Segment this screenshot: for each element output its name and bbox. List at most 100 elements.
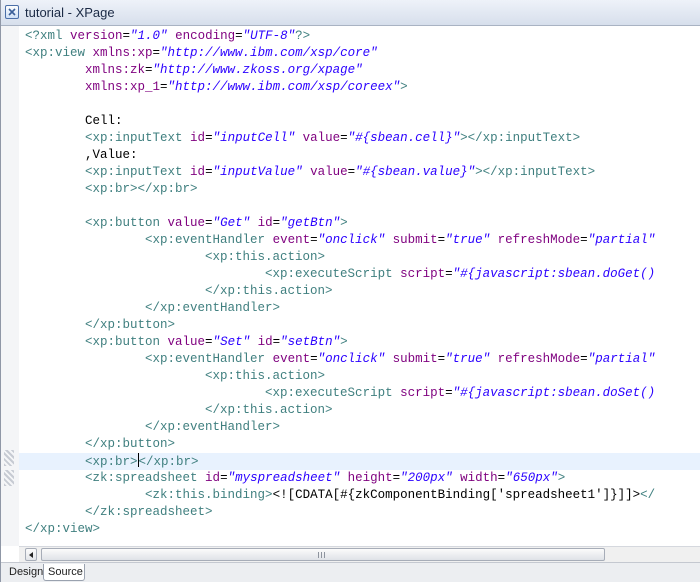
code-token-attr: height: [340, 471, 393, 485]
code-line[interactable]: <zk:this.binding><![CDATA[#{zkComponentB…: [19, 487, 700, 504]
code-line[interactable]: </xp:button>: [19, 317, 700, 334]
code-token-tag: >: [400, 80, 408, 94]
code-token-val: "#{sbean.value}": [355, 165, 476, 179]
code-line[interactable]: <xp:br></xp:br>: [19, 453, 700, 470]
code-line[interactable]: <xp:button value="Set" id="setBtn">: [19, 334, 700, 351]
code-token-text: =: [445, 267, 453, 281]
code-line[interactable]: </xp:view>: [19, 521, 700, 538]
code-line[interactable]: </xp:eventHandler>: [19, 300, 700, 317]
code-token-text: =: [445, 386, 453, 400]
scrollbar-thumb[interactable]: [41, 548, 605, 561]
code-line[interactable]: <xp:executeScript script="#{javascript:s…: [19, 266, 700, 283]
code-line[interactable]: <xp:button value="Get" id="getBtn">: [19, 215, 700, 232]
code-line[interactable]: <xp:this.action>: [19, 249, 700, 266]
code-line[interactable]: <xp:eventHandler event="onclick" submit=…: [19, 351, 700, 368]
code-token-text: =: [310, 233, 318, 247]
tab-source[interactable]: Source: [43, 564, 85, 581]
scrollbar-grip-icon: [318, 552, 327, 558]
code-token-val: "#{javascript:sbean.doGet(): [452, 267, 656, 281]
code-token-text: =: [220, 471, 228, 485]
code-token-tag: <xp:inputText: [85, 165, 191, 179]
code-token-val: "200px": [400, 471, 453, 485]
editor-gutter[interactable]: [1, 26, 20, 546]
code-token-text: =: [205, 131, 213, 145]
code-token-val: "onclick": [317, 233, 386, 247]
code-line[interactable]: xmlns:zk="http://www.zkoss.org/xpage": [19, 62, 700, 79]
code-token-text: =: [122, 29, 131, 43]
code-token-tag: <xp:button: [85, 216, 168, 230]
code-token-tag: <xp:br></xp:br>: [85, 182, 198, 196]
code-token-attr: submit: [385, 352, 438, 366]
code-token-attr: id: [250, 216, 273, 230]
code-line[interactable]: [19, 96, 700, 113]
code-line[interactable]: <?xml version="1.0" encoding="UTF-8"?>: [19, 28, 700, 45]
code-token-val: "onclick": [317, 352, 386, 366]
code-token-tag: <xp:button: [85, 335, 168, 349]
code-line[interactable]: xmlns:xp_1="http://www.ibm.com/xsp/coree…: [19, 79, 700, 96]
code-token-val: "http://www.zkoss.org/xpage": [152, 63, 363, 77]
code-line[interactable]: Cell:: [19, 113, 700, 130]
code-token-val: "getBtn": [280, 216, 341, 230]
code-token-tag: <xp:br>: [85, 455, 138, 469]
code-token-text: =: [205, 335, 213, 349]
code-token-attr: xmlns:xp: [92, 46, 153, 60]
code-line[interactable]: </zk:spreadsheet>: [19, 504, 700, 521]
code-line[interactable]: ,Value:: [19, 147, 700, 164]
code-token-val: "http://www.ibm.com/xsp/core": [160, 46, 378, 60]
code-token-text: =: [205, 165, 213, 179]
code-token-attr: value: [167, 216, 206, 230]
code-token-text: =: [272, 216, 281, 230]
code-line[interactable]: [19, 198, 700, 215]
code-token-val: "http://www.ibm.com/xsp/coreex": [167, 80, 401, 94]
code-token-tag: </xp:this.action>: [205, 284, 333, 298]
code-token-val: "inputValue": [212, 165, 303, 179]
code-token-attr: script: [400, 267, 446, 281]
code-token-val: "inputCell": [212, 131, 296, 145]
code-token-attr: width: [452, 471, 498, 485]
code-line[interactable]: <xp:view xmlns:xp="http://www.ibm.com/xs…: [19, 45, 700, 62]
code-token-attr: event: [272, 233, 311, 247]
code-token-tag: </xp:button>: [85, 437, 176, 451]
code-line[interactable]: </xp:this.action>: [19, 402, 700, 419]
code-token-text: ,Value:: [25, 148, 138, 162]
code-line[interactable]: <xp:br></xp:br>: [19, 181, 700, 198]
scroll-left-button[interactable]: [25, 548, 37, 561]
code-line[interactable]: <xp:this.action>: [19, 368, 700, 385]
code-line[interactable]: </xp:this.action>: [19, 283, 700, 300]
horizontal-scrollbar[interactable]: [19, 546, 700, 562]
source-code-editor[interactable]: <?xml version="1.0" encoding="UTF-8"?> <x…: [19, 26, 700, 546]
editor-title-bar[interactable]: tutorial - XPage: [1, 0, 700, 26]
code-token-text: =: [392, 471, 401, 485]
code-line[interactable]: <xp:executeScript script="#{javascript:s…: [19, 385, 700, 402]
code-token-tag: <xp:this.action>: [205, 250, 326, 264]
code-token-tag: </zk:spreadsheet>: [85, 505, 213, 519]
code-token-attr: id: [190, 165, 206, 179]
code-line[interactable]: </xp:eventHandler>: [19, 419, 700, 436]
code-token-attr: id: [190, 131, 206, 145]
code-token-val: "#{javascript:sbean.doSet(): [452, 386, 656, 400]
code-token-tag: >: [557, 471, 566, 485]
code-line[interactable]: <xp:eventHandler event="onclick" submit=…: [19, 232, 700, 249]
code-token-tag: <xp:eventHandler: [145, 352, 273, 366]
code-token-tag: <xp:view: [25, 46, 93, 60]
code-token-text: <![CDATA[#{zkComponentBinding['spreadshe…: [272, 488, 641, 502]
code-line[interactable]: <xp:inputText id="inputValue" value="#{s…: [19, 164, 700, 181]
code-token-val: "setBtn": [280, 335, 341, 349]
code-token-tag: <zk:spreadsheet: [85, 471, 206, 485]
editor-tab-title[interactable]: tutorial - XPage: [25, 5, 115, 20]
code-line[interactable]: <zk:spreadsheet id="myspreadsheet" heigh…: [19, 470, 700, 487]
code-token-tag: </xp:this.action>: [205, 403, 333, 417]
code-line[interactable]: </xp:button>: [19, 436, 700, 453]
tab-design[interactable]: Design: [5, 564, 43, 581]
code-token-attr: id: [250, 335, 273, 349]
code-line[interactable]: <xp:inputText id="inputCell" value="#{sb…: [19, 130, 700, 147]
code-token-attr: xmlns:xp_1: [85, 80, 161, 94]
